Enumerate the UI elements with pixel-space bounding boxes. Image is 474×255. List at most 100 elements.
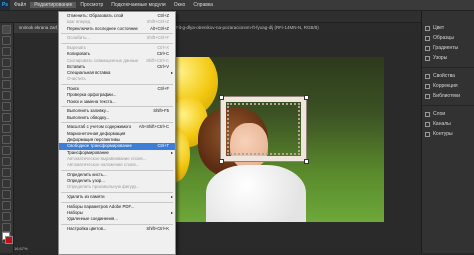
panel-group-divider: [422, 63, 474, 68]
transform-handle-bottom-left[interactable]: [219, 159, 224, 164]
panel-tab-1[interactable]: Образцы: [422, 33, 474, 43]
edit-menu-item[interactable]: Настройка цветов... Shift+Ctrl+K: [59, 226, 175, 232]
crop-tool-icon[interactable]: [2, 69, 11, 78]
panel-tab-label: Цвет: [433, 25, 445, 31]
transform-frame-layer[interactable]: [220, 96, 307, 162]
menu-item-shortcut: Alt+Ctrl+Z: [150, 25, 169, 31]
gradient-tool-icon[interactable]: [2, 157, 11, 166]
edit-menu-item[interactable]: Поиск и замена текста...: [59, 99, 175, 105]
background-color-swatch[interactable]: [5, 236, 13, 244]
rectangle-tool-icon[interactable]: [2, 223, 11, 232]
healing-brush-tool-icon[interactable]: [2, 102, 11, 111]
menu-item-label: Копировать: [67, 51, 91, 57]
panel-tab-6[interactable]: Библиотеки: [422, 91, 474, 101]
edit-menu-item[interactable]: Удаленные соединения...: [59, 216, 175, 222]
menu-item-label: Определить узор...: [67, 178, 105, 184]
edit-menu-item[interactable]: Переключить последнее состояние Alt+Ctrl+…: [59, 26, 175, 32]
edit-menu-dropdown: Отменить: Образовать слой Ctrl+Z Шаг впере…: [58, 11, 176, 255]
move-tool-icon[interactable]: [2, 25, 11, 34]
menu-4[interactable]: Окно: [170, 2, 190, 8]
patterns-icon: [425, 55, 430, 61]
menu-5[interactable]: Справка: [189, 2, 217, 8]
menu-separator: [61, 191, 173, 193]
menu-separator: [61, 169, 173, 171]
menu-separator: [61, 201, 173, 203]
panel-tab-label: Узоры: [433, 55, 448, 61]
path-select-tool-icon[interactable]: [2, 212, 11, 221]
menu-item-label: Скопировать совмещенные данные: [67, 57, 139, 63]
menu-separator: [61, 83, 173, 85]
panel-tab-label: Слои: [433, 111, 446, 117]
marquee-tool-icon[interactable]: [2, 36, 11, 45]
clone-stamp-tool-icon[interactable]: [2, 124, 11, 133]
gradients-icon: [425, 45, 430, 51]
menu-item-shortcut: Shift+Ctrl+F: [146, 35, 169, 41]
history-brush-tool-icon[interactable]: [2, 135, 11, 144]
panel-tab-2[interactable]: Градиенты: [422, 43, 474, 53]
menu-item-label: Удаленные соединения...: [67, 216, 118, 222]
document-tab-title[interactable]: Fit-g-dlya-otrenikov-na-pozaracionnm-ft-…: [176, 23, 319, 33]
dodge-tool-icon[interactable]: [2, 179, 11, 188]
menu-item-label: Поиск и замена текста...: [67, 98, 116, 104]
menu-item-label: Определить произвольную фигуру...: [67, 184, 140, 190]
transform-handle-top-right[interactable]: [304, 95, 309, 100]
menu-item-label: Наборы параметров Adobe PDF...: [67, 203, 135, 209]
eyedropper-tool-icon[interactable]: [2, 91, 11, 100]
panel-group-divider: [422, 101, 474, 106]
edit-menu-item: Ослабить... Shift+Ctrl+F: [59, 35, 175, 41]
edit-menu-item[interactable]: Выполнить обводку...: [59, 115, 175, 121]
menu-item-label: Вставить: [67, 63, 86, 69]
edit-menu-item: Определить произвольную фигуру...: [59, 184, 175, 190]
tools-panel: [0, 23, 14, 253]
photoshop-logo-icon: Ps: [0, 0, 10, 10]
menu-0[interactable]: Файл: [10, 2, 30, 8]
channels-icon: [425, 121, 430, 127]
panel-tab-label: Контуры: [433, 131, 453, 137]
menu-item-label: Вырезать: [67, 44, 87, 50]
menu-item-label: Удалить из памяти: [67, 194, 105, 200]
quick-select-tool-icon[interactable]: [2, 58, 11, 67]
lasso-tool-icon[interactable]: [2, 47, 11, 56]
panel-tab-label: Коррекция: [433, 83, 458, 89]
menu-separator: [61, 223, 173, 225]
menu-item-label: Очистить: [67, 76, 86, 82]
frame-tool-icon[interactable]: [2, 80, 11, 89]
menu-item-label: Автоматическое выравнивание слоев...: [67, 155, 147, 161]
menu-1[interactable]: Редактирование: [30, 2, 77, 8]
type-tool-icon[interactable]: [2, 201, 11, 210]
color-icon: [425, 25, 430, 31]
menu-bar: Ps Файл Редактирование Просмотр Подключаемы…: [0, 0, 474, 11]
menu-item-label: Выполнить заливку...: [67, 108, 110, 114]
menu-item-label: Свободное трансформирование: [67, 143, 132, 149]
girl-dress: [206, 165, 306, 222]
menu-item-label: Масштаб с учетом содержимого: [67, 124, 132, 130]
panel-tab-5[interactable]: Коррекция: [422, 81, 474, 91]
menu-2[interactable]: Просмотр: [76, 2, 107, 8]
panel-tab-label: Свойства: [433, 73, 455, 79]
panel-tab-3[interactable]: Узоры: [422, 53, 474, 63]
menu-item-label: Определить кисть...: [67, 171, 107, 177]
panel-tab-9[interactable]: Контуры: [422, 129, 474, 139]
panel-tab-0[interactable]: Цвет: [422, 23, 474, 33]
pen-tool-icon[interactable]: [2, 190, 11, 199]
menu-3[interactable]: Подключаемые модули: [107, 2, 169, 8]
menu-item-label: Отменить: Образовать слой: [67, 13, 124, 18]
transform-handle-top-left[interactable]: [219, 95, 224, 100]
menu-item-label: Трансформирование: [67, 149, 109, 155]
transform-handle-bottom-right[interactable]: [304, 159, 309, 164]
eraser-tool-icon[interactable]: [2, 146, 11, 155]
menu-item-shortcut: Shift+Ctrl+K: [146, 225, 169, 231]
edit-menu-item: Очистить: [59, 76, 175, 82]
menu-item-label: Наборы: [67, 210, 83, 216]
panel-tab-label: Градиенты: [433, 45, 459, 51]
adjustments-icon: [425, 83, 430, 89]
menu-item-label: Переключить последнее состояние: [67, 25, 138, 31]
panel-tab-7[interactable]: Слои: [422, 109, 474, 119]
panel-tab-8[interactable]: Каналы: [422, 119, 474, 129]
menu-separator: [61, 122, 173, 124]
blur-tool-icon[interactable]: [2, 168, 11, 177]
panel-tab-4[interactable]: Свойства: [422, 71, 474, 81]
edit-menu-item[interactable]: Удалить из памяти ▸: [59, 194, 175, 200]
swatches-icon: [425, 35, 430, 41]
brush-tool-icon[interactable]: [2, 113, 11, 122]
